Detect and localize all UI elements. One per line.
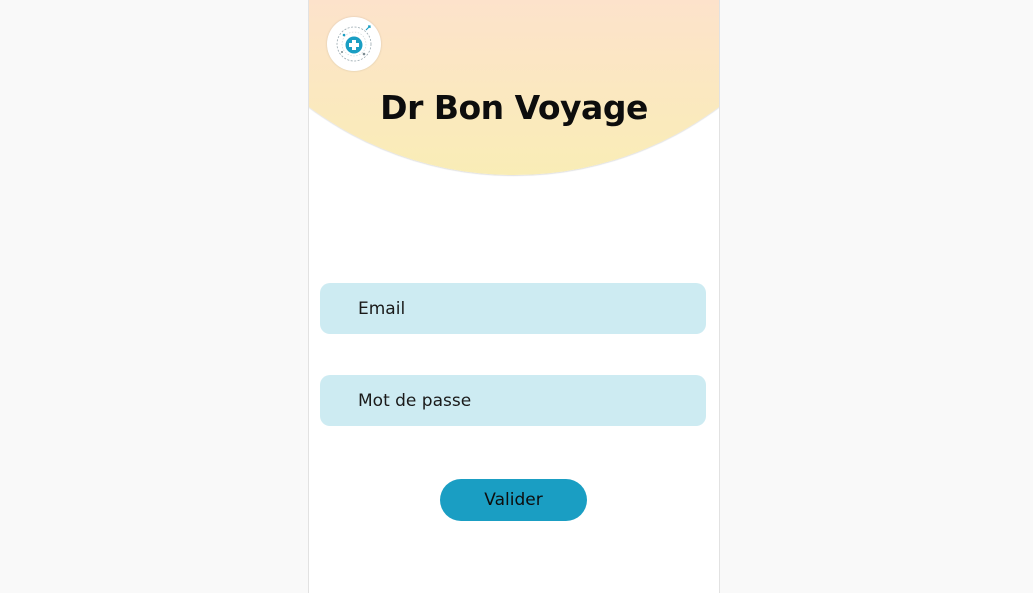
phone-screen: Dr Bon Voyage Email Mot de passe Valider <box>308 0 720 593</box>
email-field[interactable]: Email <box>320 283 706 334</box>
app-logo <box>327 17 381 71</box>
password-field[interactable]: Mot de passe <box>320 375 706 426</box>
medical-cross-globe-icon <box>336 25 372 62</box>
app-title: Dr Bon Voyage <box>380 88 648 127</box>
password-placeholder: Mot de passe <box>358 390 472 411</box>
submit-button[interactable]: Valider <box>440 479 587 521</box>
submit-button-label: Valider <box>484 490 543 510</box>
email-placeholder: Email <box>358 298 406 319</box>
